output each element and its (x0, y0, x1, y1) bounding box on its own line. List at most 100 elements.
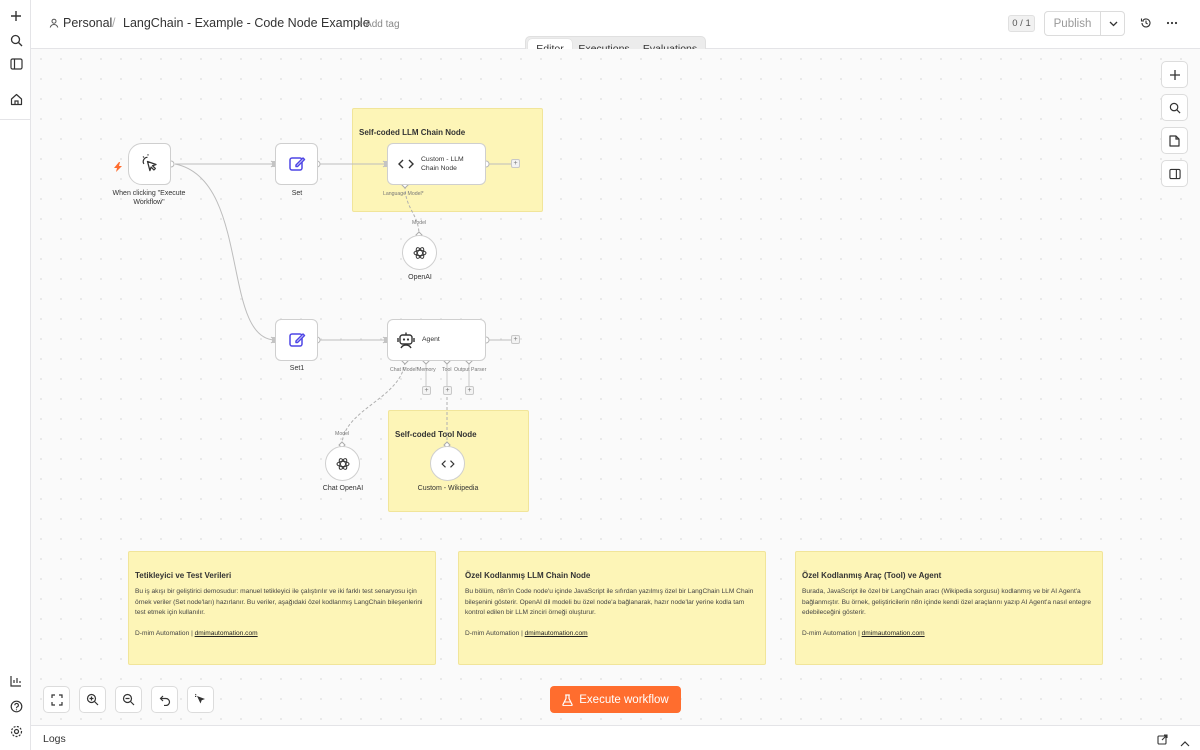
workflow-canvas[interactable]: Self-coded LLM Chain Node Self-coded Too… (31, 49, 1200, 725)
set1-node-label: Set1 (289, 365, 305, 372)
openai-node-label: OpenAI (408, 274, 432, 281)
robot-icon (397, 332, 415, 349)
footer-text: D-mim Automation | (135, 630, 195, 637)
set1-node[interactable] (275, 319, 318, 361)
add-memory-button[interactable]: + (422, 386, 431, 395)
pointer-click-icon (142, 154, 157, 172)
zoom-in-button[interactable] (79, 686, 106, 713)
agent-node[interactable]: Agent (387, 319, 486, 361)
add-icon[interactable] (6, 6, 26, 26)
note-tool-agent[interactable]: Özel Kodlanmış Araç (Tool) ve Agent Bura… (795, 551, 1103, 665)
fit-to-view-icon (50, 693, 63, 706)
search-icon[interactable] (6, 30, 26, 50)
footer-link[interactable]: dmimautomation.com (862, 630, 925, 637)
fit-view-button[interactable] (43, 686, 70, 713)
insights-icon[interactable] (6, 671, 26, 691)
cursor-sparkle-icon (195, 693, 205, 704)
plus-icon (1169, 69, 1180, 80)
chat-openai-node[interactable] (325, 446, 360, 481)
panel-toggle-icon[interactable] (6, 54, 26, 74)
footer-text: D-mim Automation | (802, 630, 862, 637)
flask-icon (562, 693, 573, 706)
set-node-label: Set (291, 190, 303, 197)
left-sidebar (0, 0, 31, 750)
custom-llm-chain-node[interactable]: Custom - LLM Chain Node (387, 143, 486, 185)
footer-text: D-mim Automation | (465, 630, 525, 637)
edit-pen-icon (288, 333, 305, 347)
note-body: Bu bölüm, n8n'in Code node'u içinde Java… (465, 588, 754, 616)
toggle-side-panel-button[interactable] (1161, 160, 1188, 187)
n8n-workflow-editor: Personal / LangChain - Example - Code No… (0, 0, 1200, 750)
add-node-button[interactable] (1161, 61, 1188, 88)
note-body: Burada, JavaScript ile özel bir LangChai… (802, 588, 1091, 616)
search-nodes-button[interactable] (1161, 94, 1188, 121)
history-icon[interactable] (1138, 15, 1154, 31)
breadcrumb-project[interactable]: Personal (49, 16, 112, 30)
popout-icon[interactable] (1157, 732, 1168, 750)
memory-handle-label: Memory (417, 367, 436, 373)
custom-wikipedia-tool-node[interactable] (430, 446, 465, 481)
model-handle-label: Model (335, 431, 350, 437)
custom-wikipedia-node-label: Custom - Wikipedia (417, 485, 479, 492)
note-body: Bu iş akışı bir geliştirici demosudur: m… (135, 588, 423, 616)
note-title: Özel Kodlanmış LLM Chain Node (465, 571, 591, 580)
help-icon[interactable] (6, 696, 26, 716)
undo-button[interactable] (151, 686, 178, 713)
note-llm-chain[interactable]: Özel Kodlanmış LLM Chain Node Bu bölüm, … (458, 551, 766, 665)
chat-openai-node-label: Chat OpenAI (322, 485, 364, 492)
footer-link[interactable]: dmimautomation.com (195, 630, 258, 637)
workflow-title[interactable]: LangChain - Example - Code Node Example (123, 16, 370, 30)
edit-pen-icon (288, 157, 305, 171)
openai-model-node[interactable] (402, 235, 437, 270)
more-options-icon[interactable] (1164, 15, 1180, 31)
publish-dropdown-chevron-down-icon[interactable] (1101, 12, 1125, 35)
add-output-parser-button[interactable]: + (465, 386, 474, 395)
tool-handle-label: Tool (442, 367, 452, 373)
footer-link[interactable]: dmimautomation.com (525, 630, 588, 637)
note-title: Özel Kodlanmış Araç (Tool) ve Agent (802, 571, 942, 580)
add-tag-link[interactable]: + Add tag (357, 19, 400, 30)
note-trigger-test-data[interactable]: Tetikleyici ve Test Verileri Bu iş akışı… (128, 551, 436, 665)
project-name: Personal (63, 16, 113, 30)
model-handle-label: Model (412, 220, 427, 226)
custom-chain-label: Custom - LLM Chain Node (421, 156, 464, 172)
openai-logo-icon (413, 246, 426, 259)
code-icon (398, 159, 414, 169)
agent-label: Agent (422, 336, 440, 343)
manual-trigger-node[interactable] (128, 143, 171, 185)
chevron-up-icon[interactable] (1180, 734, 1190, 750)
publish-button[interactable]: Publish (1045, 12, 1100, 35)
language-model-handle-label: Language Model* (383, 191, 424, 197)
undo-icon (159, 695, 170, 706)
user-icon (49, 18, 59, 28)
execute-workflow-button[interactable]: Execute workflow (550, 686, 681, 713)
home-icon[interactable] (6, 89, 26, 109)
search-icon (1169, 102, 1181, 114)
settings-gear-icon[interactable] (6, 721, 26, 741)
note-footer: D-mim Automation | dmimautomation.com (802, 630, 925, 637)
trigger-node-label: When clicking "Execute Workflow" (112, 190, 186, 206)
output-parser-handle-label: Output Parser (454, 367, 487, 373)
set-node[interactable] (275, 143, 318, 185)
note-footer: D-mim Automation | dmimautomation.com (135, 630, 258, 637)
zoom-out-icon (122, 693, 135, 706)
openai-logo-icon (336, 457, 349, 470)
logs-label: Logs (43, 733, 66, 745)
breadcrumb-separator: / (112, 16, 116, 30)
logs-panel-bar[interactable]: Logs (31, 725, 1200, 750)
add-next-node-button[interactable]: + (511, 159, 520, 168)
publish-button-group: Publish (1044, 11, 1125, 36)
tidy-up-button[interactable] (187, 686, 214, 713)
execute-workflow-label: Execute workflow (579, 693, 669, 706)
add-tool-button[interactable]: + (443, 386, 452, 395)
add-next-node-button[interactable]: + (511, 335, 520, 344)
side-panel-icon (1168, 168, 1181, 179)
add-sticky-note-button[interactable] (1161, 127, 1188, 154)
version-counter-badge[interactable]: 0 / 1 (1008, 15, 1035, 32)
code-icon (440, 459, 455, 468)
zoom-in-icon (86, 693, 99, 706)
rail-divider (0, 119, 31, 120)
note-title: Tetikleyici ve Test Verileri (135, 571, 232, 580)
sticky-note-icon (1169, 134, 1180, 147)
zoom-out-button[interactable] (115, 686, 142, 713)
